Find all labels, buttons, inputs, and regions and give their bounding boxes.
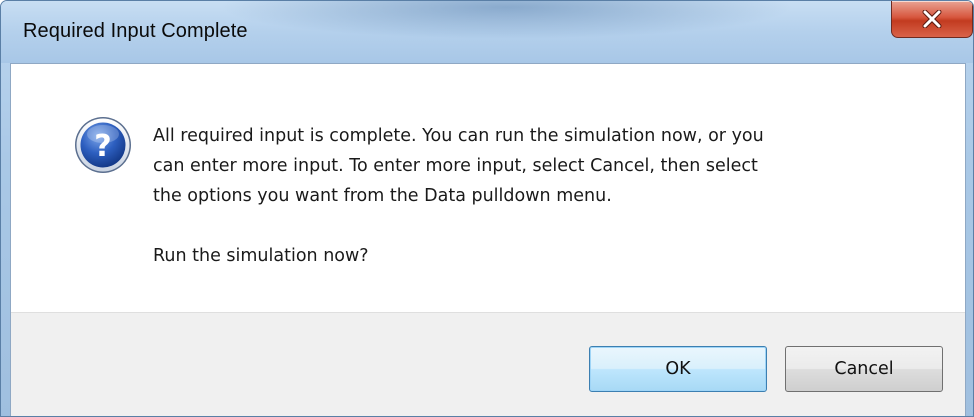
message-line: can enter more input. To enter more inpu…	[153, 156, 758, 176]
cancel-button[interactable]: Cancel	[785, 346, 943, 392]
close-icon	[922, 10, 942, 28]
message-line: the options you want from the Data pulld…	[153, 186, 612, 206]
dialog-message: All required input is complete. You can …	[153, 121, 933, 211]
dialog-content: ? All required input is complete. You ca…	[11, 64, 965, 312]
message-line: All required input is complete. You can …	[153, 126, 764, 146]
title-bar[interactable]: Required Input Complete	[1, 1, 973, 63]
svg-text:?: ?	[94, 129, 111, 164]
dialog-button-bar: OK Cancel	[11, 312, 965, 416]
close-button[interactable]	[891, 1, 973, 38]
dialog-question: Run the simulation now?	[153, 246, 369, 266]
ok-button[interactable]: OK	[589, 346, 767, 392]
dialog-client-area: ? All required input is complete. You ca…	[10, 63, 966, 416]
question-icon: ?	[75, 117, 131, 173]
dialog-window: Required Input Complete ? All required i…	[0, 0, 974, 417]
window-title: Required Input Complete	[23, 20, 248, 42]
